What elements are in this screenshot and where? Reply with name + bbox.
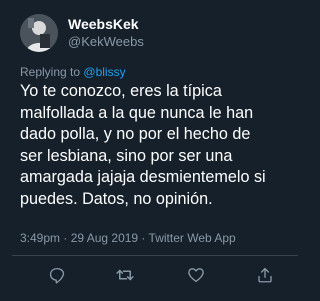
tweet-text-line: ser lesbiana, sino por ser una: [20, 146, 233, 165]
tweet-header: WeebsKek @KekWeebs: [20, 13, 144, 53]
like-button[interactable]: [184, 263, 208, 287]
like-icon: [188, 268, 204, 283]
reply-mention-link[interactable]: @blissy: [83, 65, 125, 79]
display-name[interactable]: WeebsKek: [68, 15, 144, 33]
user-handle[interactable]: @KekWeebs: [68, 33, 144, 51]
tweet-timestamp[interactable]: 3:49pm · 29 Aug 2019 · Twitter Web App: [20, 231, 236, 245]
avatar[interactable]: [20, 14, 58, 52]
replying-to: Replying to @blissy: [20, 65, 126, 79]
avatar-image: [20, 14, 58, 52]
tweet-card: WeebsKek @KekWeebs Replying to @blissy Y…: [0, 0, 310, 301]
tweet-text-line: amargada jajaja desmientemelo si: [20, 168, 266, 186]
divider: [12, 255, 298, 256]
share-button[interactable]: [253, 263, 277, 287]
tweet-text-line: dado polla, y no por el hecho de: [20, 125, 251, 143]
user-names: WeebsKek @KekWeebs: [68, 15, 144, 51]
tweet-text: Yo te conozco, eres la típica malfollada…: [20, 81, 305, 210]
share-icon: [258, 267, 272, 283]
tweet-text-line: Yo te conozco, eres la típica: [20, 82, 222, 100]
retweet-button[interactable]: [113, 263, 137, 287]
replying-to-label: Replying to: [20, 65, 81, 79]
tweet-text-line: puedes. Datos, no opinión.: [20, 189, 213, 208]
tweet-text-line: malfollada a la que nunca le han: [20, 103, 254, 122]
reply-icon: [49, 267, 65, 284]
action-bar: [0, 263, 310, 287]
reply-button[interactable]: [45, 263, 69, 287]
retweet-icon: [116, 269, 134, 281]
